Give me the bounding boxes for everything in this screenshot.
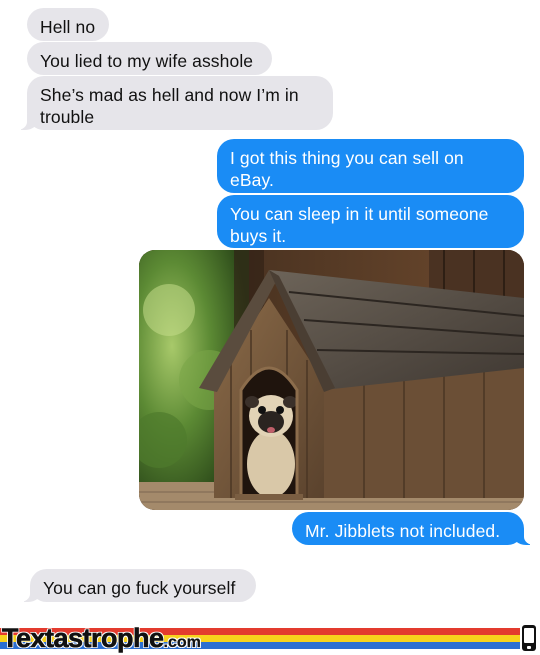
incoming-message-bubble[interactable]: You can go fuck yourself	[20, 569, 256, 602]
outgoing-message-bubble[interactable]: You can sleep in it until someone buys i…	[217, 195, 524, 248]
message-row: She’s mad as hell and now I’m in trouble	[17, 76, 333, 130]
outgoing-message-bubble[interactable]: Mr. Jibblets not included.	[292, 512, 534, 545]
incoming-message-bubble[interactable]: You lied to my wife asshole	[27, 42, 272, 75]
message-row: You lied to my wife asshole	[27, 42, 272, 75]
message-row: Hell no	[27, 8, 109, 41]
message-row: I got this thing you can sell on eBay.	[217, 139, 524, 193]
watermark-footer: Textastrophe.com	[0, 621, 540, 655]
message-row: Mr. Jibblets not included.	[292, 512, 534, 545]
message-text: I got this thing you can sell on eBay.	[230, 148, 464, 190]
brand-logo: Textastrophe.com	[2, 621, 201, 655]
pug-doghouse-image	[139, 250, 524, 510]
message-row: You can sleep in it until someone buys i…	[217, 195, 524, 248]
brand-name: Textastrophe	[2, 623, 165, 654]
message-text: Mr. Jibblets not included.	[305, 521, 501, 541]
phone-button	[527, 646, 531, 649]
message-row: You can go fuck yourself	[20, 569, 256, 602]
message-thread: Hell no You lied to my wife asshole She’…	[0, 0, 540, 655]
outgoing-message-bubble[interactable]: I got this thing you can sell on eBay.	[217, 139, 524, 193]
incoming-message-bubble[interactable]: Hell no	[27, 8, 109, 41]
message-text: You can sleep in it until someone buys i…	[230, 204, 489, 246]
brand-suffix: .com	[163, 634, 201, 651]
phone-screen	[524, 628, 534, 643]
incoming-message-bubble[interactable]: She’s mad as hell and now I’m in trouble	[17, 76, 333, 130]
message-text: She’s mad as hell and now I’m in trouble	[40, 85, 299, 127]
message-text: You lied to my wife asshole	[40, 51, 254, 71]
message-text: Hell no	[40, 17, 96, 37]
message-text: You can go fuck yourself	[43, 578, 236, 598]
photo-attachment[interactable]	[139, 250, 524, 510]
phone-icon	[522, 625, 536, 651]
